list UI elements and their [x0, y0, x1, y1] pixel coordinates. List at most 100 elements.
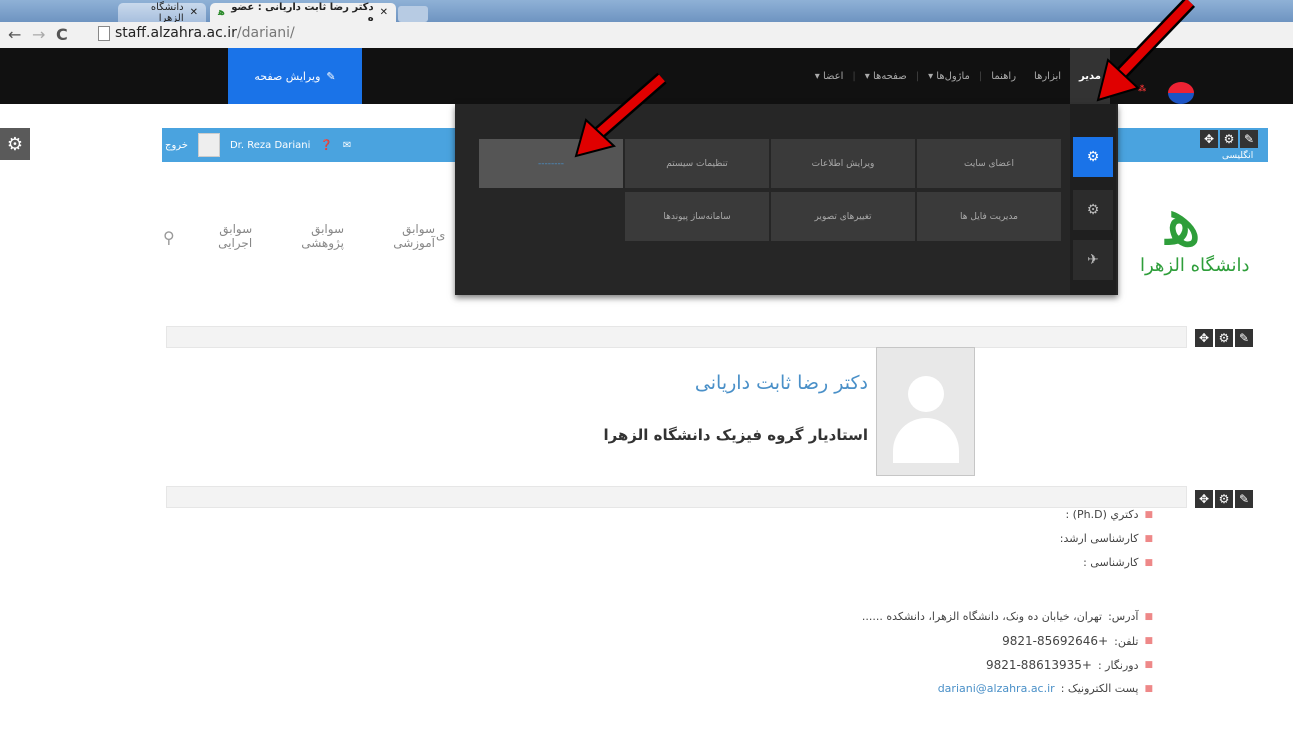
help-icon[interactable]: ❓ — [320, 140, 332, 151]
block-tools: ✥ ⚙ ✎ — [1195, 329, 1253, 347]
dd-item-edit-info[interactable]: ویرایش اطلاعات — [771, 139, 915, 188]
menu-item-members[interactable]: اعضا ▾ — [806, 48, 853, 104]
forward-arrow-icon[interactable]: → — [32, 25, 45, 44]
edit-page-button[interactable]: ویرایش صفحه ✎ — [228, 48, 362, 104]
annotation-arrow-icon — [1096, 0, 1196, 102]
gear-icon[interactable]: ⚙ — [1215, 329, 1233, 347]
avatar-body — [893, 418, 959, 463]
info-phd: ■ دکتري (Ph.D) : — [1065, 508, 1153, 521]
menu-item-modules[interactable]: ماژول‌ها ▾ — [919, 48, 979, 104]
dd-label: سامانه‌ساز پیوندها — [663, 211, 731, 222]
nav-item-teaching[interactable]: سوابق آموزشی — [366, 222, 435, 250]
avatar-head — [908, 376, 944, 412]
profile-title: استادیار گروه فیزیک دانشگاه الزهرا — [603, 426, 868, 444]
pin-tab-icon[interactable]: ✈ — [1073, 240, 1113, 280]
search-icon[interactable]: ⚲ — [163, 228, 175, 247]
new-tab-button[interactable] — [398, 6, 428, 22]
dd-item-site-members[interactable]: اعضای سایت — [917, 139, 1061, 188]
email-link[interactable]: dariani@alzahra.ac.ir — [938, 682, 1055, 695]
menu-label: ابزارها — [1034, 70, 1062, 82]
info-label: پست الکترونیک : — [1060, 682, 1139, 695]
logout-link[interactable]: خروج — [165, 140, 188, 151]
gear-icon[interactable]: ⚙ — [0, 128, 30, 160]
url-field[interactable]: staff.alzahra.ac.ir/dariani/ — [98, 25, 295, 41]
info-fax: ■ دورنگار : +9821-88613935 — [986, 658, 1153, 672]
dd-label: تنظیمات سیستم — [666, 158, 728, 169]
url-domain: staff.alzahra.ac.ir — [115, 25, 237, 41]
nav-item-executive[interactable]: سوابق اجرایی — [190, 222, 252, 250]
bullet-icon: ■ — [1144, 557, 1153, 568]
dd-item-image-changes[interactable]: تغییرهای تصویر — [771, 192, 915, 241]
nav-item-research[interactable]: سوابق پژوهشی — [274, 222, 344, 250]
browser-tab-alzahra[interactable]: ✕ دانشگاه الزهرا — [118, 1, 206, 24]
bullet-icon: ■ — [1144, 611, 1153, 622]
info-phone: ■ تلفن: +9821-85692646 — [1002, 634, 1153, 648]
username[interactable]: Dr. Reza Dariani — [230, 140, 310, 151]
university-logo[interactable]: ﻫ دانشگاه الزهرا — [1130, 175, 1265, 295]
info-label: دورنگار : — [1097, 658, 1139, 672]
info-value: تهران، خیابان ده ونک، دانشگاه الزهرا، دا… — [861, 610, 1103, 623]
dd-item-file-manager[interactable]: مدیریت فایل ها — [917, 192, 1061, 241]
menu-label: راهنما — [991, 70, 1017, 82]
back-arrow-icon[interactable]: ← — [8, 25, 21, 44]
menu-item-help[interactable]: راهنما — [982, 48, 1025, 104]
user-avatar[interactable] — [197, 133, 220, 157]
dd-label: ویرایش اطلاعات — [811, 158, 875, 169]
tab-label: دکتر رضا ثابت داریانی : عضو ه — [231, 1, 374, 24]
section-divider — [166, 326, 1187, 348]
info-label: تلفن: — [1114, 634, 1139, 648]
bullet-icon: ■ — [1144, 660, 1153, 670]
info-label: کارشناسی ارشد: — [1059, 532, 1139, 545]
edit-page-label: ویرایش صفحه — [254, 69, 321, 83]
menu-separator: | — [915, 70, 920, 82]
dd-item-link-builder[interactable]: سامانه‌ساز پیوندها — [625, 192, 769, 241]
dd-label: -------- — [538, 158, 564, 169]
close-tab-icon[interactable]: ✕ — [380, 7, 388, 18]
menu-label: اعضا — [822, 70, 844, 82]
nav-item-partial[interactable]: ی — [436, 228, 445, 242]
language-link[interactable]: انگلیسی — [1222, 151, 1253, 161]
move-icon[interactable]: ✥ — [1195, 329, 1213, 347]
reload-icon[interactable]: C — [56, 25, 68, 44]
info-value: +9821-85692646 — [1002, 634, 1109, 648]
block-tools: ✥ ⚙ ✎ — [1200, 130, 1258, 148]
pencil-icon: ✎ — [326, 69, 336, 83]
pencil-icon[interactable]: ✎ — [1235, 329, 1253, 347]
pencil-icon[interactable]: ✎ — [1240, 130, 1258, 148]
info-label: آدرس: — [1108, 610, 1139, 623]
pencil-icon[interactable]: ✎ — [1235, 490, 1253, 508]
annotation-arrow-icon — [574, 72, 667, 158]
gear-icon[interactable]: ⚙ — [1215, 490, 1233, 508]
dd-label: مدیریت فایل ها — [960, 211, 1018, 222]
block-tools: ✥ ⚙ ✎ — [1195, 490, 1253, 508]
tab-label: دانشگاه الزهرا — [150, 1, 184, 24]
info-value: +9821-88613935 — [985, 658, 1092, 672]
dd-label: اعضای سایت — [964, 158, 1014, 169]
mail-icon[interactable]: ✉ — [343, 140, 351, 151]
info-bachelor: ■ کارشناسی : — [1083, 556, 1153, 569]
site-favicon-icon: ﻫ — [218, 7, 225, 18]
info-label: دکتري (Ph.D) : — [1065, 508, 1139, 521]
gear-icon[interactable]: ⚙ — [1220, 130, 1238, 148]
menu-label: ماژول‌ها — [936, 70, 970, 82]
move-icon[interactable]: ✥ — [1200, 130, 1218, 148]
menu-separator: | — [852, 70, 856, 82]
logo-mark-icon: ﻫ — [1165, 180, 1202, 262]
admin-menu: مدیر ابزارها راهنما | ماژول‌ها ▾ | صفحه‌… — [700, 48, 1110, 104]
menu-item-pages[interactable]: صفحه‌ها ▾ — [856, 48, 916, 104]
info-label: کارشناسی : — [1083, 556, 1139, 569]
browser-tab-dariani[interactable]: ✕ دکتر رضا ثابت داریانی : عضو ه ﻫ — [210, 1, 396, 24]
site-nav: سوابق آموزشی سوابق پژوهشی سوابق اجرایی — [190, 222, 435, 250]
close-tab-icon[interactable]: ✕ — [190, 7, 198, 18]
gears-tab-icon[interactable]: ⚙ — [1073, 190, 1113, 230]
settings-tab-icon[interactable]: ⚙ — [1073, 137, 1113, 177]
page-icon — [98, 25, 110, 41]
info-masters: ■ کارشناسی ارشد: — [1060, 532, 1153, 545]
bullet-icon: ■ — [1144, 533, 1153, 544]
bullet-icon: ■ — [1144, 683, 1153, 694]
menu-separator: | — [978, 70, 983, 82]
logo-text: دانشگاه الزهرا — [1140, 255, 1250, 276]
menu-label: صفحه‌ها — [873, 70, 907, 82]
menu-item-tools[interactable]: ابزارها — [1025, 48, 1070, 104]
move-icon[interactable]: ✥ — [1195, 490, 1213, 508]
